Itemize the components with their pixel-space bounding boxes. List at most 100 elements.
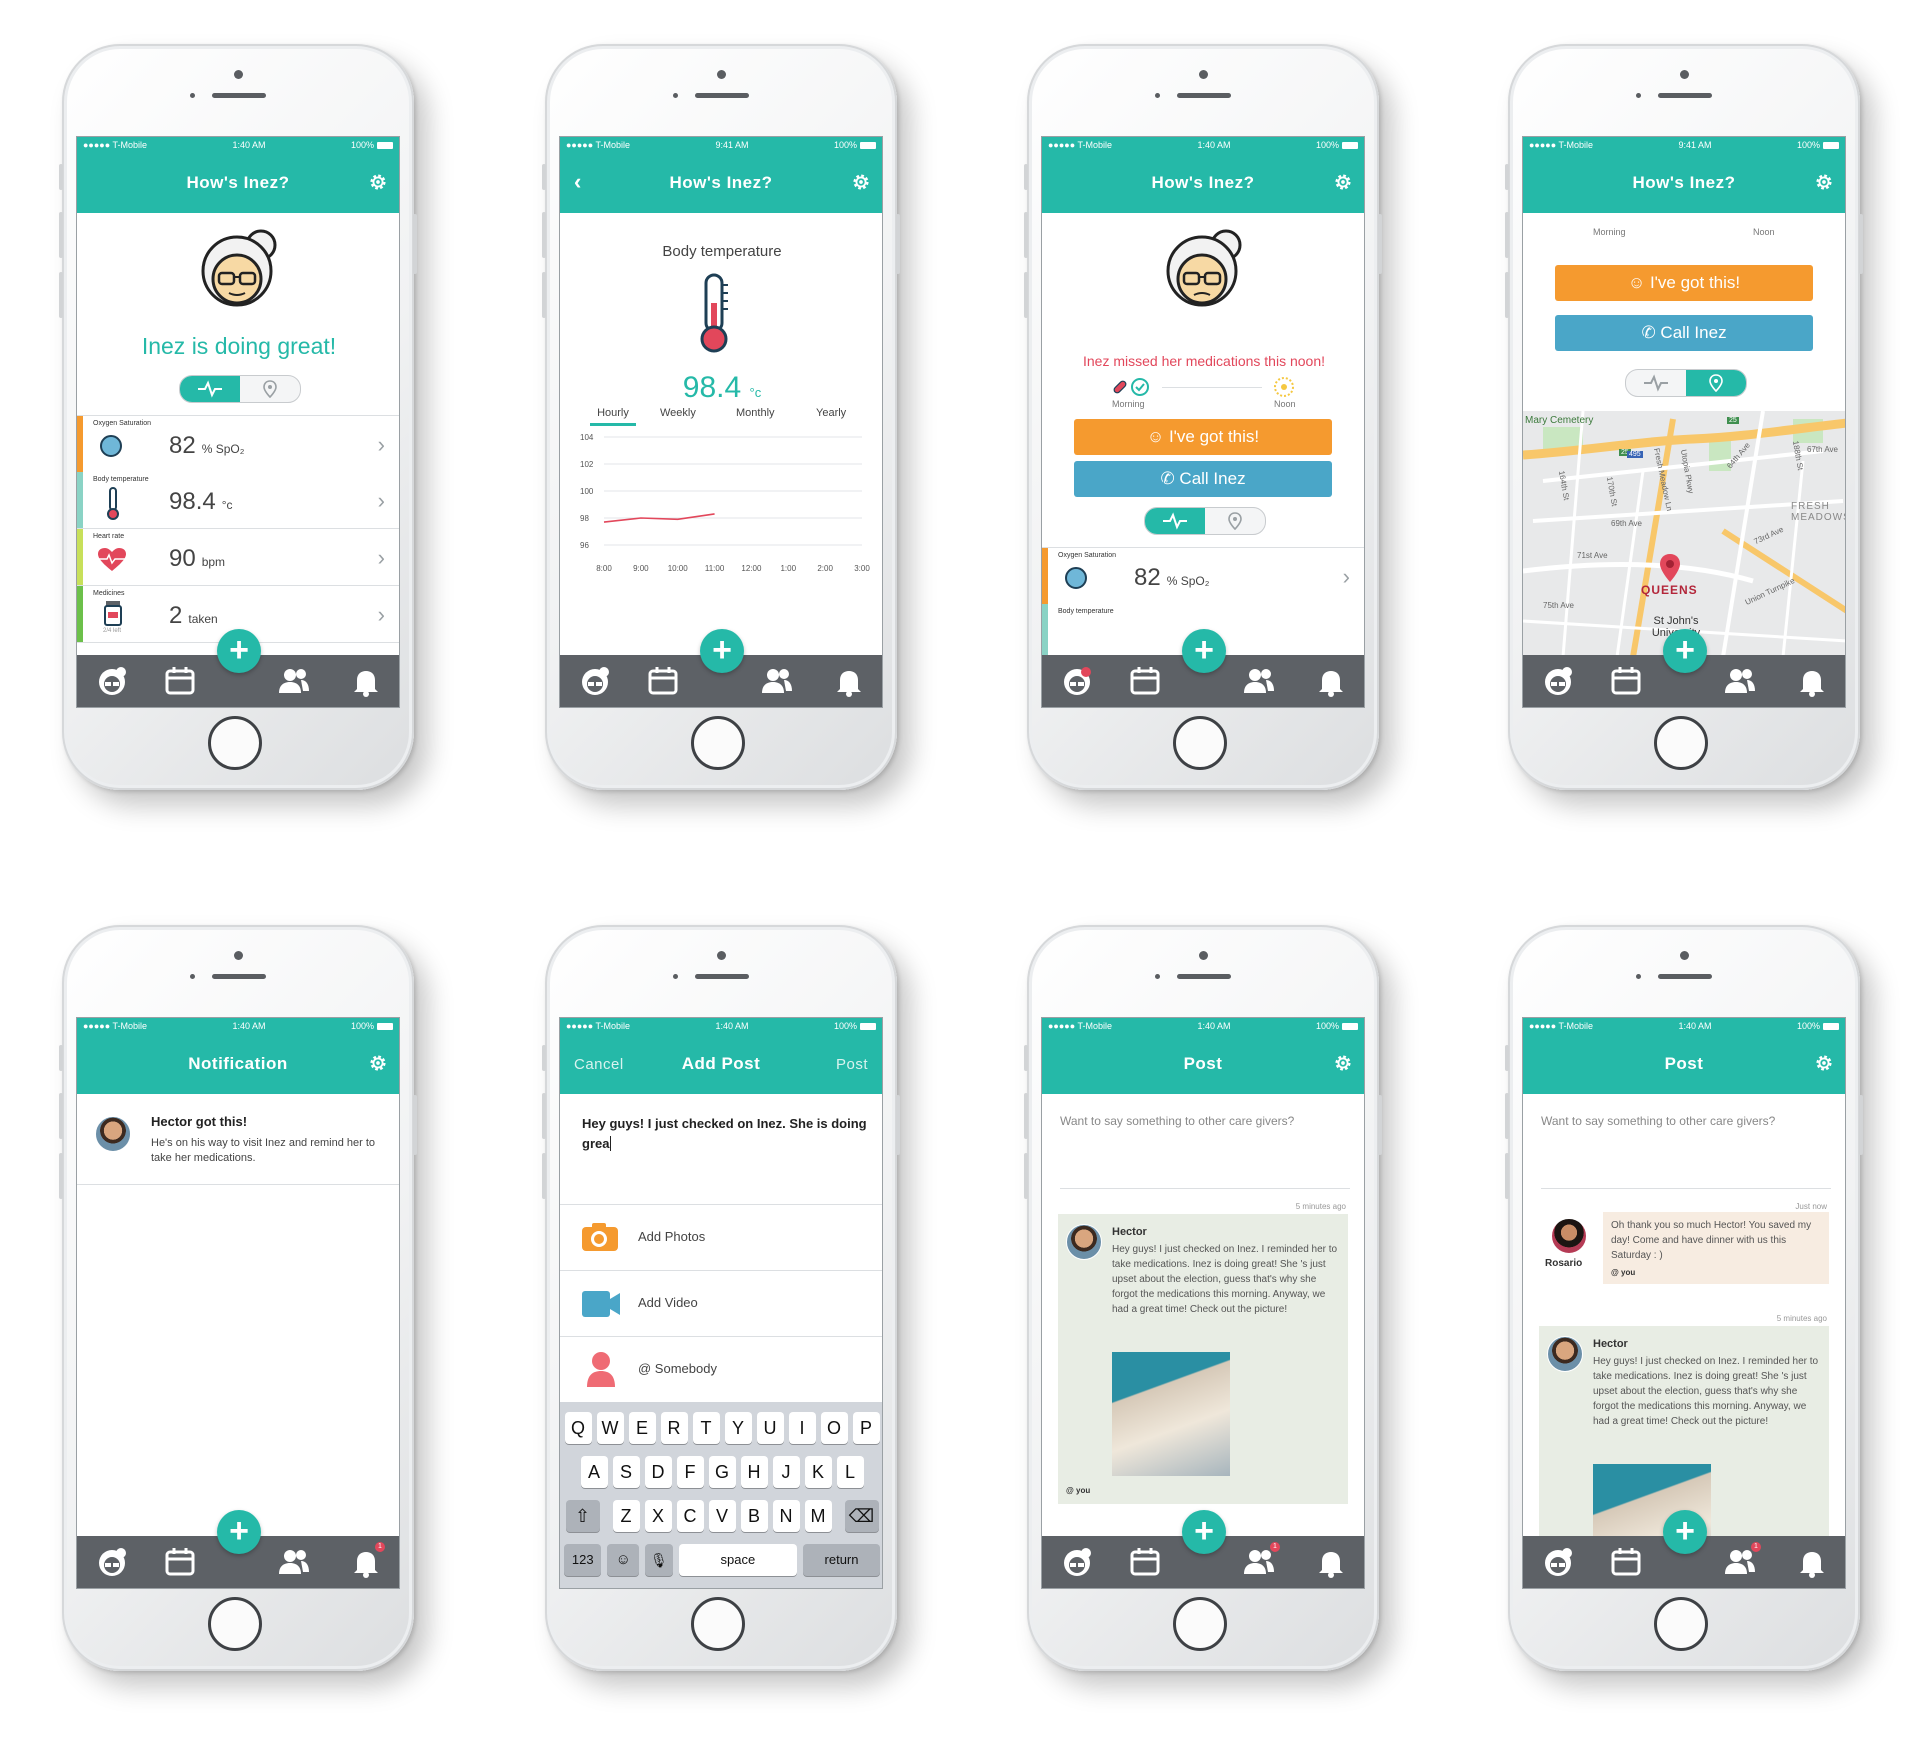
location-pin-icon[interactable] <box>1227 512 1243 530</box>
home-button[interactable] <box>208 1597 262 1651</box>
mic-key[interactable]: 🎙︎ <box>645 1544 673 1576</box>
key-b[interactable]: B <box>740 1500 768 1532</box>
mention-row[interactable]: @ Somebody <box>560 1336 882 1403</box>
tab-people-icon[interactable] <box>1242 665 1276 697</box>
pulse-icon[interactable] <box>198 380 222 398</box>
call-inez-button[interactable]: ✆ Call Inez <box>1074 461 1332 497</box>
mention-tag[interactable]: @ you <box>1066 1486 1090 1495</box>
location-pin-icon[interactable] <box>262 380 278 398</box>
tab-bell-icon[interactable] <box>1795 1546 1829 1578</box>
tab-people-icon[interactable] <box>277 1546 311 1578</box>
tab-grandma-icon[interactable] <box>1060 665 1094 697</box>
key-r[interactable]: R <box>660 1412 688 1444</box>
tab-calendar-icon[interactable] <box>1609 1546 1643 1578</box>
vital-row-temperature[interactable]: Body temperature 98.4 °c › <box>77 472 399 529</box>
emoji-key[interactable]: ☺ <box>607 1544 640 1576</box>
pulse-icon[interactable] <box>1163 512 1187 530</box>
key-a[interactable]: A <box>580 1456 608 1488</box>
key-j[interactable]: J <box>772 1456 800 1488</box>
key-f[interactable]: F <box>676 1456 704 1488</box>
add-button[interactable]: + <box>1663 1510 1707 1554</box>
space-key[interactable]: space <box>678 1544 798 1576</box>
home-button[interactable] <box>1654 1597 1708 1651</box>
home-button[interactable] <box>1173 1597 1227 1651</box>
numbers-key[interactable]: 123 <box>564 1544 602 1576</box>
post-card-hector[interactable]: Hector Hey guys! I just checked on Inez.… <box>1058 1214 1348 1504</box>
tab-yearly[interactable]: Yearly <box>816 407 846 419</box>
key-h[interactable]: H <box>740 1456 768 1488</box>
key-o[interactable]: O <box>820 1412 848 1444</box>
vital-row-oxygen[interactable]: Oxygen Saturation 82% SpO₂ › <box>77 415 399 473</box>
tab-grandma-icon[interactable] <box>95 1546 129 1578</box>
add-button[interactable]: + <box>700 629 744 673</box>
notification-item[interactable]: Hector got this! He's on his way to visi… <box>77 1094 399 1185</box>
add-photos-row[interactable]: Add Photos <box>560 1204 882 1271</box>
add-button[interactable]: + <box>217 629 261 673</box>
gear-icon[interactable] <box>1813 171 1835 193</box>
key-l[interactable]: L <box>836 1456 864 1488</box>
tab-people-icon[interactable] <box>1723 665 1757 697</box>
post-text-input[interactable]: Hey guys! I just checked on Inez. She is… <box>582 1114 872 1154</box>
tab-hourly[interactable]: Hourly <box>590 407 636 426</box>
add-button[interactable]: + <box>217 1510 261 1554</box>
compose-input[interactable]: Want to say something to other care give… <box>1541 1114 1831 1189</box>
view-toggle[interactable] <box>179 375 301 403</box>
key-q[interactable]: Q <box>564 1412 592 1444</box>
reply-rosario[interactable]: Rosario Oh thank you so much Hector! You… <box>1523 1212 1845 1292</box>
key-s[interactable]: S <box>612 1456 640 1488</box>
tab-calendar-icon[interactable] <box>646 665 680 697</box>
key-z[interactable]: Z <box>612 1500 640 1532</box>
key-g[interactable]: G <box>708 1456 736 1488</box>
gear-icon[interactable] <box>367 171 389 193</box>
shift-key[interactable]: ⇧ <box>565 1500 600 1532</box>
cancel-button[interactable]: Cancel <box>574 1056 624 1073</box>
tab-weekly[interactable]: Weekly <box>660 407 696 419</box>
key-k[interactable]: K <box>804 1456 832 1488</box>
mention-tag[interactable]: @ you <box>1611 1268 1635 1277</box>
tab-grandma-icon[interactable] <box>1541 1546 1575 1578</box>
key-p[interactable]: P <box>852 1412 880 1444</box>
tab-bell-icon[interactable] <box>1314 1546 1348 1578</box>
location-pin-icon[interactable] <box>1708 374 1724 392</box>
map-pin-icon[interactable] <box>1659 553 1681 583</box>
tab-bell-icon[interactable] <box>1795 665 1829 697</box>
gear-icon[interactable] <box>1332 171 1354 193</box>
compose-input[interactable]: Want to say something to other care give… <box>1060 1114 1350 1189</box>
got-this-button[interactable]: ☺ I've got this! <box>1555 265 1813 301</box>
tab-grandma-icon[interactable] <box>95 665 129 697</box>
gear-icon[interactable] <box>1813 1052 1835 1074</box>
key-i[interactable]: I <box>788 1412 816 1444</box>
gear-icon[interactable] <box>850 171 872 193</box>
tab-calendar-icon[interactable] <box>163 665 197 697</box>
home-button[interactable] <box>691 1597 745 1651</box>
key-x[interactable]: X <box>644 1500 672 1532</box>
add-button[interactable]: + <box>1182 1510 1226 1554</box>
key-m[interactable]: M <box>804 1500 832 1532</box>
add-video-row[interactable]: Add Video <box>560 1270 882 1337</box>
key-w[interactable]: W <box>596 1412 624 1444</box>
key-v[interactable]: V <box>708 1500 736 1532</box>
key-t[interactable]: T <box>692 1412 720 1444</box>
pulse-icon[interactable] <box>1644 374 1668 392</box>
home-button[interactable] <box>208 716 262 770</box>
key-y[interactable]: Y <box>724 1412 752 1444</box>
view-toggle[interactable] <box>1625 369 1747 397</box>
vital-row-oxygen[interactable]: Oxygen Saturation 82% SpO₂ › <box>1042 547 1364 605</box>
add-button[interactable]: + <box>1182 629 1226 673</box>
tab-grandma-icon[interactable] <box>1541 665 1575 697</box>
tab-monthly[interactable]: Monthly <box>736 407 775 419</box>
view-toggle[interactable] <box>1144 507 1266 535</box>
tab-grandma-icon[interactable] <box>578 665 612 697</box>
tab-people-icon[interactable] <box>760 665 794 697</box>
home-button[interactable] <box>691 716 745 770</box>
tab-calendar-icon[interactable] <box>1128 665 1162 697</box>
vital-row-heart[interactable]: Heart rate 90 bpm › <box>77 529 399 586</box>
key-e[interactable]: E <box>628 1412 656 1444</box>
tab-people-icon[interactable] <box>277 665 311 697</box>
key-n[interactable]: N <box>772 1500 800 1532</box>
post-photo[interactable] <box>1112 1352 1230 1476</box>
tab-bell-icon[interactable] <box>1314 665 1348 697</box>
backspace-key[interactable]: ⌫ <box>844 1500 879 1532</box>
return-key[interactable]: return <box>803 1544 880 1576</box>
call-inez-button[interactable]: ✆ Call Inez <box>1555 315 1813 351</box>
